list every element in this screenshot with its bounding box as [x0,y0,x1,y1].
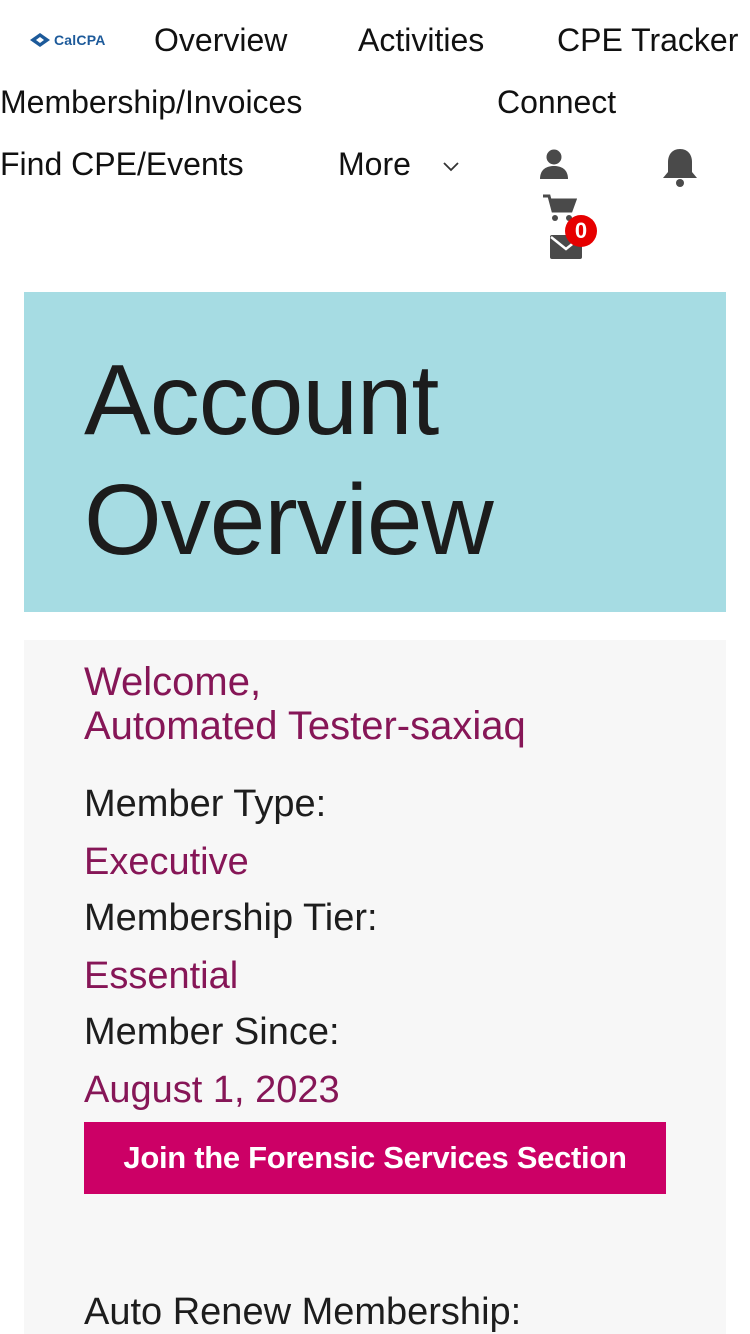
nav-more-dropdown[interactable]: More [338,144,460,184]
logo-text: CalCPA [54,32,106,48]
nav-more-label: More [338,146,411,182]
membership-tier-label: Membership Tier: [84,897,378,939]
nav-link-connect[interactable]: Connect [497,82,616,122]
nav-link-activities[interactable]: Activities [358,20,484,60]
join-forensic-services-button[interactable]: Join the Forensic Services Section [84,1122,666,1194]
welcome-greeting: Welcome, [84,660,262,704]
nav-link-membership-invoices[interactable]: Membership/Invoices [0,82,302,122]
auto-renew-label: Auto Renew Membership: [84,1291,522,1333]
member-type-value: Executive [84,841,249,883]
top-navigation: CalCPA Overview Activities CPE Tracker M… [0,0,750,280]
welcome-user-name: Automated Tester-saxiaq [84,704,526,748]
user-icon [540,149,568,179]
nav-link-overview[interactable]: Overview [154,20,287,60]
profile-button[interactable] [537,147,571,181]
membership-tier-value: Essential [84,955,239,997]
account-summary-panel: Welcome, Automated Tester-saxiaq Member … [24,640,726,1334]
page-title: Account Overview [84,344,494,576]
calcpa-logo-icon [30,33,50,47]
member-type-label: Member Type: [84,783,327,825]
nav-link-find-cpe-events[interactable]: Find CPE/Events [0,144,244,184]
chevron-down-icon [443,161,459,171]
member-since-value: August 1, 2023 [84,1069,340,1111]
welcome-heading: Welcome, Automated Tester-saxiaq [84,660,526,748]
page-hero: Account Overview [24,292,726,612]
bell-icon [663,149,697,187]
calcpa-logo[interactable]: CalCPA [30,32,106,48]
nav-link-cpe-tracker[interactable]: CPE Tracker [557,20,738,60]
cart-count-badge: 0 [565,215,597,247]
notifications-button[interactable] [660,146,700,188]
member-since-label: Member Since: [84,1011,340,1053]
